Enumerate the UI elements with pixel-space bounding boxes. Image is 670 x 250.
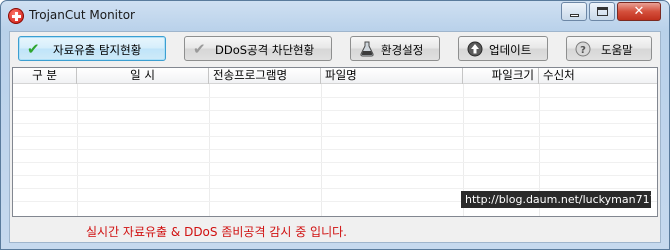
- grid-divider: [13, 97, 657, 98]
- grid-divider: [13, 110, 657, 111]
- column-header-type[interactable]: 구 분: [13, 68, 77, 84]
- grid-divider: [77, 84, 78, 216]
- monitoring-status-text: 실시간 자료유출 & DDoS 좀비공격 감시 중 입니다.: [86, 225, 347, 239]
- column-header-datetime[interactable]: 일 시: [77, 68, 209, 84]
- settings-button[interactable]: 환경설정: [350, 36, 440, 61]
- help-button[interactable]: ? 도움말: [566, 36, 652, 61]
- help-icon: ?: [575, 41, 591, 57]
- grid-divider: [209, 84, 210, 216]
- close-button[interactable]: ✕: [617, 2, 661, 21]
- grid-divider: [13, 136, 657, 137]
- grid-divider: [13, 175, 657, 176]
- column-header-filename[interactable]: 파일명: [321, 68, 463, 84]
- flask-icon: [359, 41, 375, 57]
- update-label: 업데이트: [489, 43, 532, 57]
- minimize-button[interactable]: [561, 2, 587, 21]
- title-bar[interactable]: TrojanCut Monitor ✕: [1, 1, 669, 31]
- column-header-recipient[interactable]: 수신처: [539, 68, 659, 84]
- maximize-icon: [597, 7, 608, 16]
- grid-divider: [13, 123, 657, 124]
- check-icon: ✔: [193, 40, 206, 58]
- grid-divider: [321, 84, 322, 216]
- data-leak-detection-label: 자료유출 탐지현황: [53, 43, 142, 57]
- update-icon: [467, 41, 483, 57]
- watermark-url: http://blog.daum.net/luckyman717: [461, 191, 651, 208]
- column-header-program[interactable]: 전송프로그램명: [209, 68, 321, 84]
- list-header: 구 분 일 시 전송프로그램명 파일명 파일크기 수신처: [13, 68, 657, 84]
- maximize-button[interactable]: [589, 2, 615, 21]
- grid-divider: [13, 188, 657, 189]
- data-leak-detection-button[interactable]: ✔ 자료유출 탐지현황: [18, 36, 166, 61]
- svg-text:?: ?: [580, 45, 586, 56]
- client-area: ✔ 자료유출 탐지현황 ✔ DDoS공격 차단현황 환경설정 업데이트 ? 도움…: [9, 31, 661, 243]
- settings-label: 환경설정: [381, 43, 424, 57]
- update-button[interactable]: 업데이트: [458, 36, 548, 61]
- main-window: TrojanCut Monitor ✕ ✔ 자료유출 탐지현황 ✔ DDoS공격…: [0, 0, 670, 250]
- minimize-icon: [570, 14, 579, 17]
- ddos-block-label: DDoS공격 차단현황: [215, 43, 315, 57]
- ddos-block-button[interactable]: ✔ DDoS공격 차단현황: [184, 36, 332, 61]
- grid-divider: [13, 162, 657, 163]
- window-title: TrojanCut Monitor: [29, 8, 135, 22]
- help-label: 도움말: [601, 43, 633, 57]
- close-icon: ✕: [633, 4, 645, 19]
- column-header-filesize[interactable]: 파일크기: [463, 68, 539, 84]
- red-cross-icon: [8, 8, 24, 24]
- grid-divider: [13, 149, 657, 150]
- check-icon: ✔: [27, 40, 40, 58]
